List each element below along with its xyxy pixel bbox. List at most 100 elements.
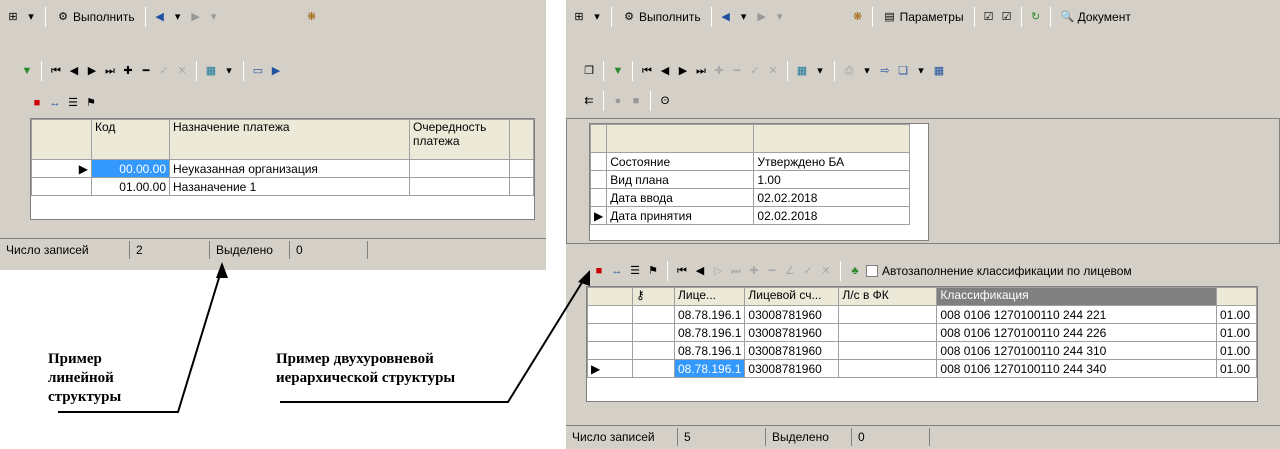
table-settings-icon[interactable]: ▦ — [795, 64, 809, 78]
move-icon[interactable]: ⇨ — [878, 64, 892, 78]
list-icon[interactable]: ☰ — [628, 264, 642, 278]
form-value[interactable]: 02.02.2018 — [753, 206, 910, 225]
last-record-icon[interactable]: ⏭ — [694, 64, 708, 78]
column-header-account-short[interactable]: Лице... — [673, 287, 746, 306]
remove-icon[interactable]: ━ — [730, 64, 744, 78]
cell-fk[interactable] — [838, 323, 938, 342]
list-icon[interactable]: ☰ — [66, 96, 80, 110]
tree-icon[interactable]: ⊞ — [572, 10, 586, 24]
dropdown-arrow-icon[interactable]: ▾ — [222, 64, 236, 78]
dropdown-arrow-icon[interactable]: ▾ — [207, 10, 221, 24]
next-record-icon[interactable]: ▷ — [711, 264, 725, 278]
column-header-purpose[interactable]: Назначение платежа — [169, 119, 410, 160]
cell-extra[interactable]: 01.00 — [1216, 359, 1257, 378]
cell-fk[interactable] — [838, 305, 938, 324]
prev-record-icon[interactable]: ◀ — [693, 264, 707, 278]
last-record-icon[interactable]: ⏭ — [729, 264, 743, 278]
table-row[interactable]: ▶ 00.00.00 Неуказанная организация — [31, 159, 534, 178]
forward-icon[interactable]: ▶ — [755, 10, 769, 24]
export-icon[interactable]: ▶ — [269, 64, 283, 78]
cell-account[interactable]: 03008781960 — [744, 341, 840, 360]
link-icon[interactable]: ↔ — [610, 264, 624, 278]
params-button[interactable]: ▤ Параметры — [880, 6, 967, 28]
dropdown-arrow-icon[interactable]: ▾ — [171, 10, 185, 24]
checkbox-tool-icon[interactable]: ☑ — [982, 10, 996, 24]
forward-icon[interactable]: ▶ — [189, 10, 203, 24]
back-icon[interactable]: ◀ — [153, 10, 167, 24]
dropdown-arrow-icon[interactable]: ▾ — [860, 64, 874, 78]
cell-account-short[interactable]: 08.78.196.1 — [673, 341, 746, 360]
cell-fk[interactable] — [838, 359, 938, 378]
add-icon[interactable]: ✚ — [712, 64, 726, 78]
edit-icon[interactable]: ∠ — [783, 264, 797, 278]
glasses-icon[interactable]: ʘ — [658, 94, 672, 108]
filter-column-icon[interactable]: ⚑ — [84, 96, 98, 110]
filter-column-icon[interactable]: ⚑ — [646, 264, 660, 278]
cell-extra[interactable]: 01.00 — [1216, 305, 1257, 324]
tree-icon[interactable]: ⊞ — [6, 10, 20, 24]
cell-account-short[interactable]: 08.78.196.1 — [673, 305, 746, 324]
cancel-icon[interactable]: ✕ — [766, 64, 780, 78]
confirm-icon[interactable]: ✓ — [748, 64, 762, 78]
add-icon[interactable]: ✚ — [747, 264, 761, 278]
execute-button[interactable]: ⚙ Выполнить — [619, 6, 704, 28]
filter-icon[interactable]: ▼ — [20, 64, 34, 78]
form-row[interactable]: Вид плана 1.00 — [589, 170, 910, 189]
table-settings-icon[interactable]: ▦ — [204, 64, 218, 78]
cell-classification[interactable]: 008 0106 1270100110 244 226 — [936, 323, 1217, 342]
form-row[interactable]: ▶ Дата принятия 02.02.2018 — [589, 206, 910, 225]
cell-classification[interactable]: 008 0106 1270100110 244 310 — [936, 341, 1217, 360]
help-icon[interactable]: ❋ — [851, 10, 865, 24]
form-value[interactable]: 1.00 — [753, 170, 910, 189]
first-record-icon[interactable]: ⏮ — [640, 64, 654, 78]
form-value[interactable]: Утверждено БА — [753, 152, 910, 171]
cell-classification[interactable]: 008 0106 1270100110 244 340 — [936, 359, 1217, 378]
report-icon[interactable]: ▭ — [251, 64, 265, 78]
table-row[interactable]: ▶ 08.78.196.1 03008781960 008 0106 1270100… — [587, 359, 1257, 378]
form-row[interactable]: Состояние Утверждено БА — [589, 152, 910, 171]
document-button[interactable]: 🔍 Документ — [1058, 6, 1134, 28]
form-row[interactable]: Дата ввода 02.02.2018 — [589, 188, 910, 207]
form-value[interactable]: 02.02.2018 — [753, 188, 910, 207]
calculator-icon[interactable]: ▦ — [932, 64, 946, 78]
first-record-icon[interactable]: ⏮ — [49, 64, 63, 78]
help-icon[interactable]: ❋ — [305, 10, 319, 24]
tree-toggle-icon[interactable]: ♣ — [848, 264, 862, 278]
cell-purpose[interactable]: Назаначение 1 — [169, 177, 410, 196]
dropdown-arrow-icon[interactable]: ▾ — [24, 10, 38, 24]
cell-extra[interactable]: 01.00 — [1216, 323, 1257, 342]
cell-account[interactable]: 03008781960 — [744, 359, 840, 378]
column-header-code[interactable]: Код — [91, 119, 170, 160]
key-icon[interactable]: ⚷ — [632, 287, 675, 306]
next-record-icon[interactable]: ▶ — [85, 64, 99, 78]
autofill-checkbox[interactable] — [866, 265, 878, 277]
remove-icon[interactable]: ━ — [765, 264, 779, 278]
table-row[interactable]: 01.00.00 Назаначение 1 — [31, 177, 534, 196]
left-grid[interactable]: Код Назначение платежа Очередность плате… — [30, 118, 535, 220]
confirm-icon[interactable]: ✓ — [157, 64, 171, 78]
first-record-icon[interactable]: ⏮ — [675, 264, 689, 278]
duplicate-icon[interactable]: ❏ — [896, 64, 910, 78]
cell-fk[interactable] — [838, 341, 938, 360]
add-icon[interactable]: ✚ — [121, 64, 135, 78]
column-header-priority[interactable]: Очередность платежа — [409, 119, 510, 160]
cell-extra[interactable]: 01.00 — [1216, 341, 1257, 360]
link-tool-icon[interactable]: ⇇ — [582, 94, 596, 108]
dropdown-arrow-icon[interactable]: ▾ — [813, 64, 827, 78]
cell-code[interactable]: 01.00.00 — [91, 177, 170, 196]
remove-icon[interactable]: ━ — [139, 64, 153, 78]
refresh-icon[interactable]: ↻ — [1029, 10, 1043, 24]
column-header-fk[interactable]: Л/с в ФК — [838, 287, 938, 306]
cell-priority[interactable] — [409, 177, 510, 196]
column-header-classification[interactable]: Классификация — [936, 287, 1217, 306]
cancel-icon[interactable]: ✕ — [175, 64, 189, 78]
table-row[interactable]: 08.78.196.1 03008781960 008 0106 127010011… — [587, 305, 1257, 324]
stop-icon[interactable]: ■ — [629, 94, 643, 108]
next-record-icon[interactable]: ▶ — [676, 64, 690, 78]
print-icon[interactable]: ⎙ — [842, 64, 856, 78]
table-row[interactable]: 08.78.196.1 03008781960 008 0106 127010011… — [587, 341, 1257, 360]
prev-record-icon[interactable]: ◀ — [67, 64, 81, 78]
add-row-icon[interactable]: ■ — [592, 264, 606, 278]
record-icon[interactable]: ● — [611, 94, 625, 108]
cell-code[interactable]: 00.00.00 — [91, 159, 170, 178]
